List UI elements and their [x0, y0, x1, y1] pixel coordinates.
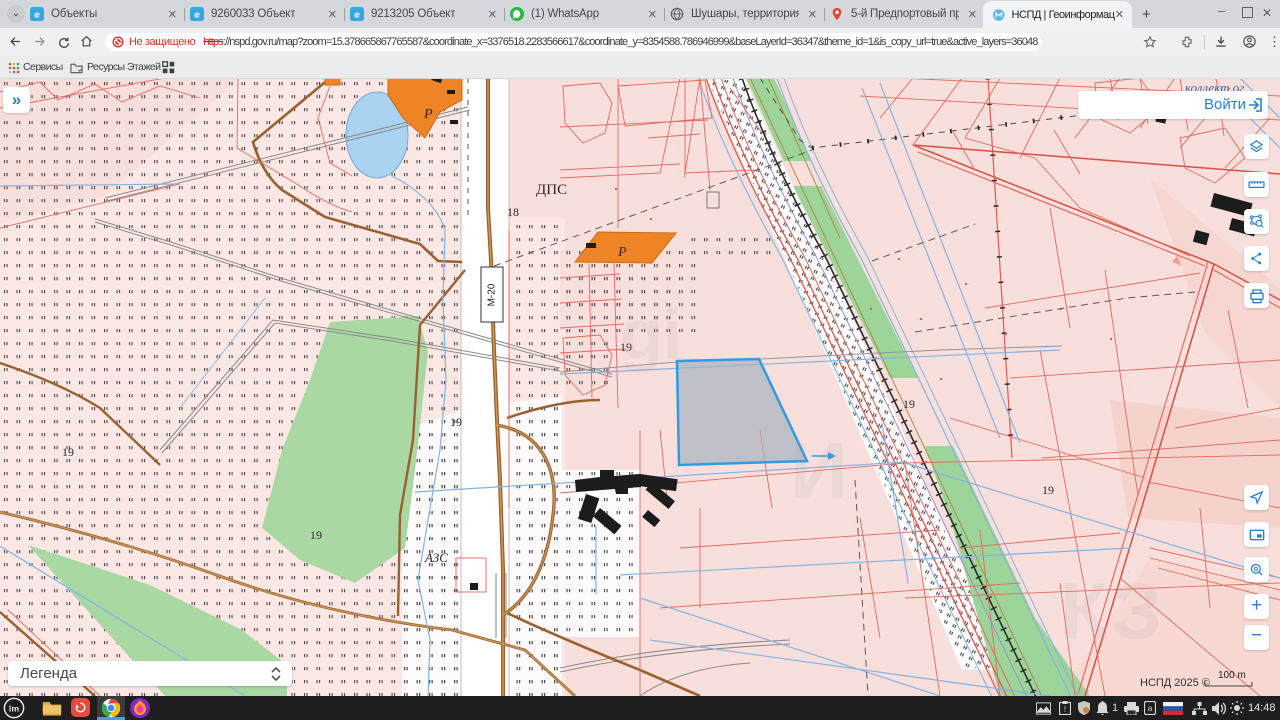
svg-text:e: e	[34, 10, 40, 21]
svg-text:18: 18	[507, 205, 519, 219]
svg-text:e: e	[354, 10, 360, 21]
svg-text:Р: Р	[423, 107, 433, 122]
svg-text:Р: Р	[617, 245, 627, 260]
svg-text:19: 19	[1042, 483, 1054, 497]
svg-text:НСПД 2025 ©: НСПД 2025 ©	[1140, 677, 1210, 689]
svg-text:ДПС: ДПС	[536, 182, 567, 198]
svg-text:gi: gi	[620, 295, 682, 373]
svg-text:19: 19	[62, 445, 74, 459]
svg-text:100 m: 100 m	[1218, 670, 1246, 681]
svg-text:19: 19	[903, 397, 915, 411]
svg-text:19: 19	[450, 415, 462, 429]
svg-text:АЗС: АЗС	[424, 550, 448, 565]
svg-text:КЗ: КЗ	[1060, 566, 1162, 655]
svg-text:!: !	[1064, 705, 1066, 714]
svg-text:И: И	[790, 426, 848, 515]
svg-text:М-20: М-20	[487, 283, 498, 306]
svg-text:lm: lm	[9, 704, 19, 714]
svg-text:e: e	[194, 10, 200, 21]
svg-text:19: 19	[310, 528, 322, 542]
svg-text:a: a	[1148, 703, 1153, 713]
